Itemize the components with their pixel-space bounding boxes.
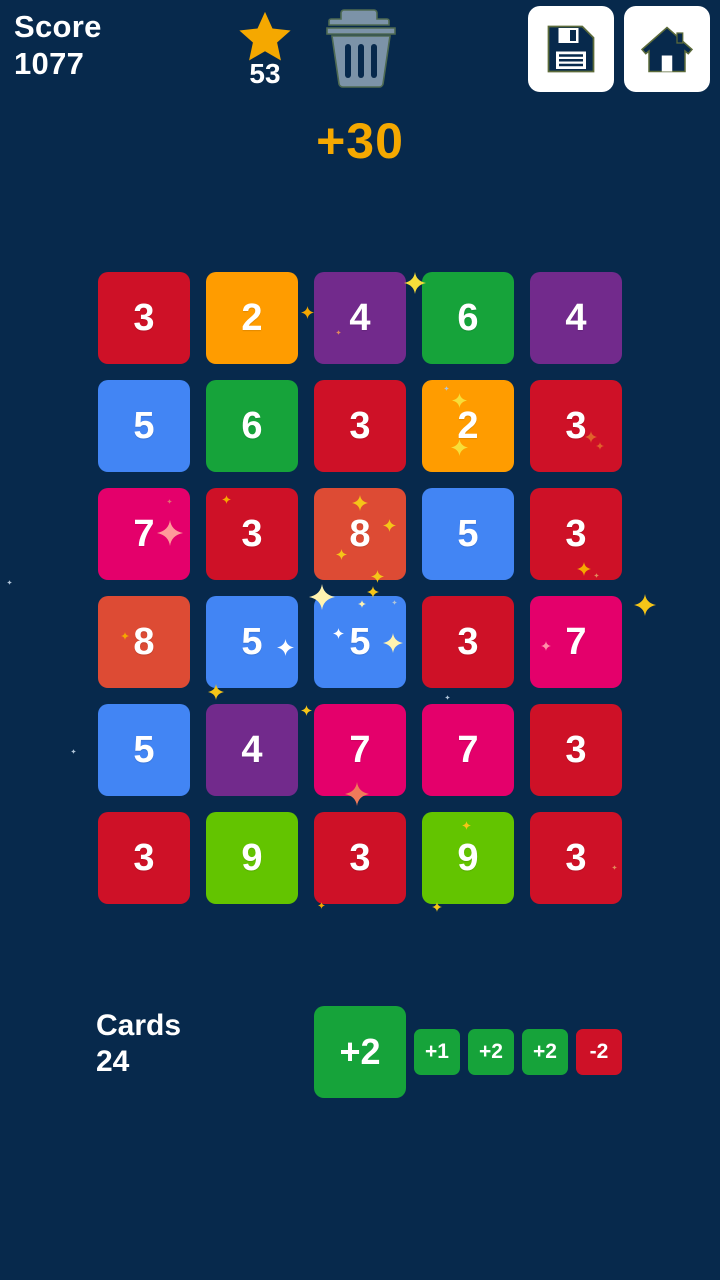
star-count: 53 xyxy=(249,58,281,89)
grid-tile[interactable]: 6 xyxy=(206,380,298,472)
queued-card[interactable]: +2 xyxy=(468,1029,514,1075)
grid-tile[interactable]: 7 xyxy=(530,596,622,688)
score-display: Score 1077 xyxy=(14,8,102,82)
grid-tile[interactable]: 3 xyxy=(206,488,298,580)
grid-tile[interactable]: 4 xyxy=(314,272,406,364)
star-counter: 53 xyxy=(232,8,298,88)
cards-label: Cards xyxy=(96,1009,182,1042)
score-label: Score xyxy=(14,9,102,44)
active-card[interactable]: +2 xyxy=(314,1006,406,1098)
score-value: 1077 xyxy=(14,46,85,81)
home-button[interactable] xyxy=(624,6,710,92)
grid-tile[interactable]: 7 xyxy=(98,488,190,580)
grid-tile[interactable]: 8 xyxy=(98,596,190,688)
queued-card[interactable]: +1 xyxy=(414,1029,460,1075)
game-header: Score 1077 53 xyxy=(0,0,720,100)
sparkle-icon xyxy=(6,573,12,585)
cards-counter: Cards 24 xyxy=(96,1008,181,1080)
sparkle-icon xyxy=(634,594,656,616)
cards-area: Cards 24 +2 +1 +2 +2 -2 xyxy=(0,1000,720,1110)
grid-tile[interactable]: 8 xyxy=(314,488,406,580)
grid-tile[interactable]: 3 xyxy=(98,812,190,904)
grid-tile[interactable]: 5 xyxy=(98,380,190,472)
grid-tile[interactable]: 5 xyxy=(206,596,298,688)
trash-icon xyxy=(326,9,396,88)
grid-tile[interactable]: 6 xyxy=(422,272,514,364)
queued-card[interactable]: -2 xyxy=(576,1029,622,1075)
home-icon xyxy=(640,26,694,73)
grid-tile[interactable]: 7 xyxy=(422,704,514,796)
game-grid: 324645632373853855375477339393 xyxy=(98,272,622,904)
grid-tile[interactable]: 9 xyxy=(422,812,514,904)
score-popup: +30 xyxy=(316,113,404,169)
grid-tile[interactable]: 5 xyxy=(98,704,190,796)
sparkle-icon xyxy=(70,742,76,754)
grid-tile[interactable]: 3 xyxy=(530,704,622,796)
grid-tile[interactable]: 5 xyxy=(314,596,406,688)
grid-tile[interactable]: 3 xyxy=(422,596,514,688)
card-stack: +2 +1 +2 +2 -2 xyxy=(314,1006,622,1098)
grid-tile[interactable]: 7 xyxy=(314,704,406,796)
grid-tile[interactable]: 2 xyxy=(422,380,514,472)
grid-tile[interactable]: 3 xyxy=(530,488,622,580)
save-icon xyxy=(547,25,595,73)
grid-tile[interactable]: 3 xyxy=(314,380,406,472)
window-buttons xyxy=(528,6,710,92)
grid-tile[interactable]: 5 xyxy=(422,488,514,580)
grid-tile[interactable]: 3 xyxy=(530,380,622,472)
grid-tile[interactable]: 9 xyxy=(206,812,298,904)
grid-tile[interactable]: 3 xyxy=(98,272,190,364)
save-button[interactable] xyxy=(528,6,614,92)
grid-tile[interactable]: 4 xyxy=(530,272,622,364)
grid-tile[interactable]: 3 xyxy=(314,812,406,904)
cards-count: 24 xyxy=(96,1045,130,1078)
trash-button[interactable] xyxy=(318,6,404,90)
grid-tile[interactable]: 4 xyxy=(206,704,298,796)
grid-tile[interactable]: 2 xyxy=(206,272,298,364)
grid-tile[interactable]: 3 xyxy=(530,812,622,904)
queued-card[interactable]: +2 xyxy=(522,1029,568,1075)
